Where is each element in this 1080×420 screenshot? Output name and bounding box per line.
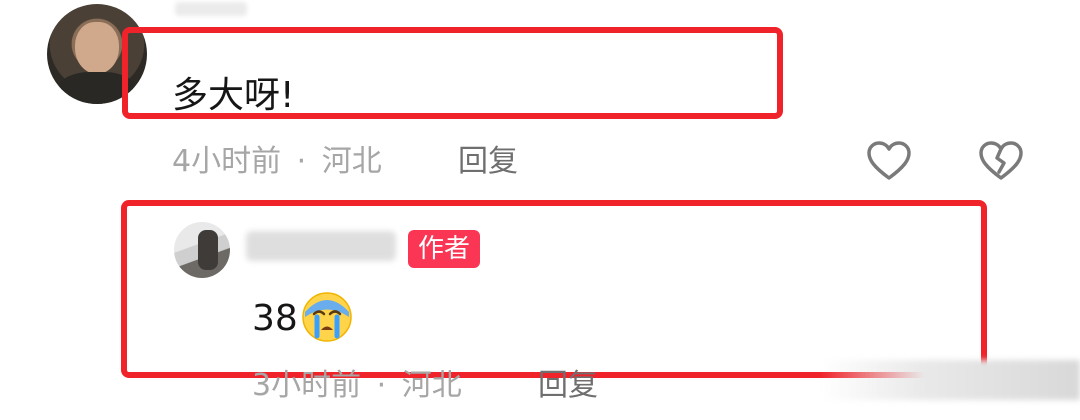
meta-separator: · [376, 368, 387, 403]
bottom-fade [820, 360, 1080, 400]
reply-button[interactable]: 回复 [458, 142, 518, 182]
comment-time: 4小时前 [172, 144, 282, 179]
blurred-author-name [246, 231, 396, 261]
reply-location: 河北 [401, 368, 462, 403]
highlight-box-reply [121, 200, 987, 378]
reply-button[interactable]: 回复 [538, 366, 598, 406]
meta-separator: · [296, 144, 307, 179]
reply-text: 38 [252, 298, 298, 339]
author-avatar[interactable] [174, 222, 230, 278]
reply-meta: 3小时前 · 河北 [252, 366, 462, 406]
heart-icon[interactable] [866, 140, 912, 182]
blurred-username [175, 2, 247, 16]
author-badge: 作者 [408, 230, 481, 268]
comment-meta: 4小时前 · 河北 [172, 142, 382, 182]
comment-location: 河北 [321, 144, 382, 179]
reply-time: 3小时前 [252, 368, 362, 403]
crying-face-icon [302, 292, 352, 342]
broken-heart-icon[interactable] [978, 140, 1024, 182]
comment-text: 多大呀! [172, 75, 295, 116]
